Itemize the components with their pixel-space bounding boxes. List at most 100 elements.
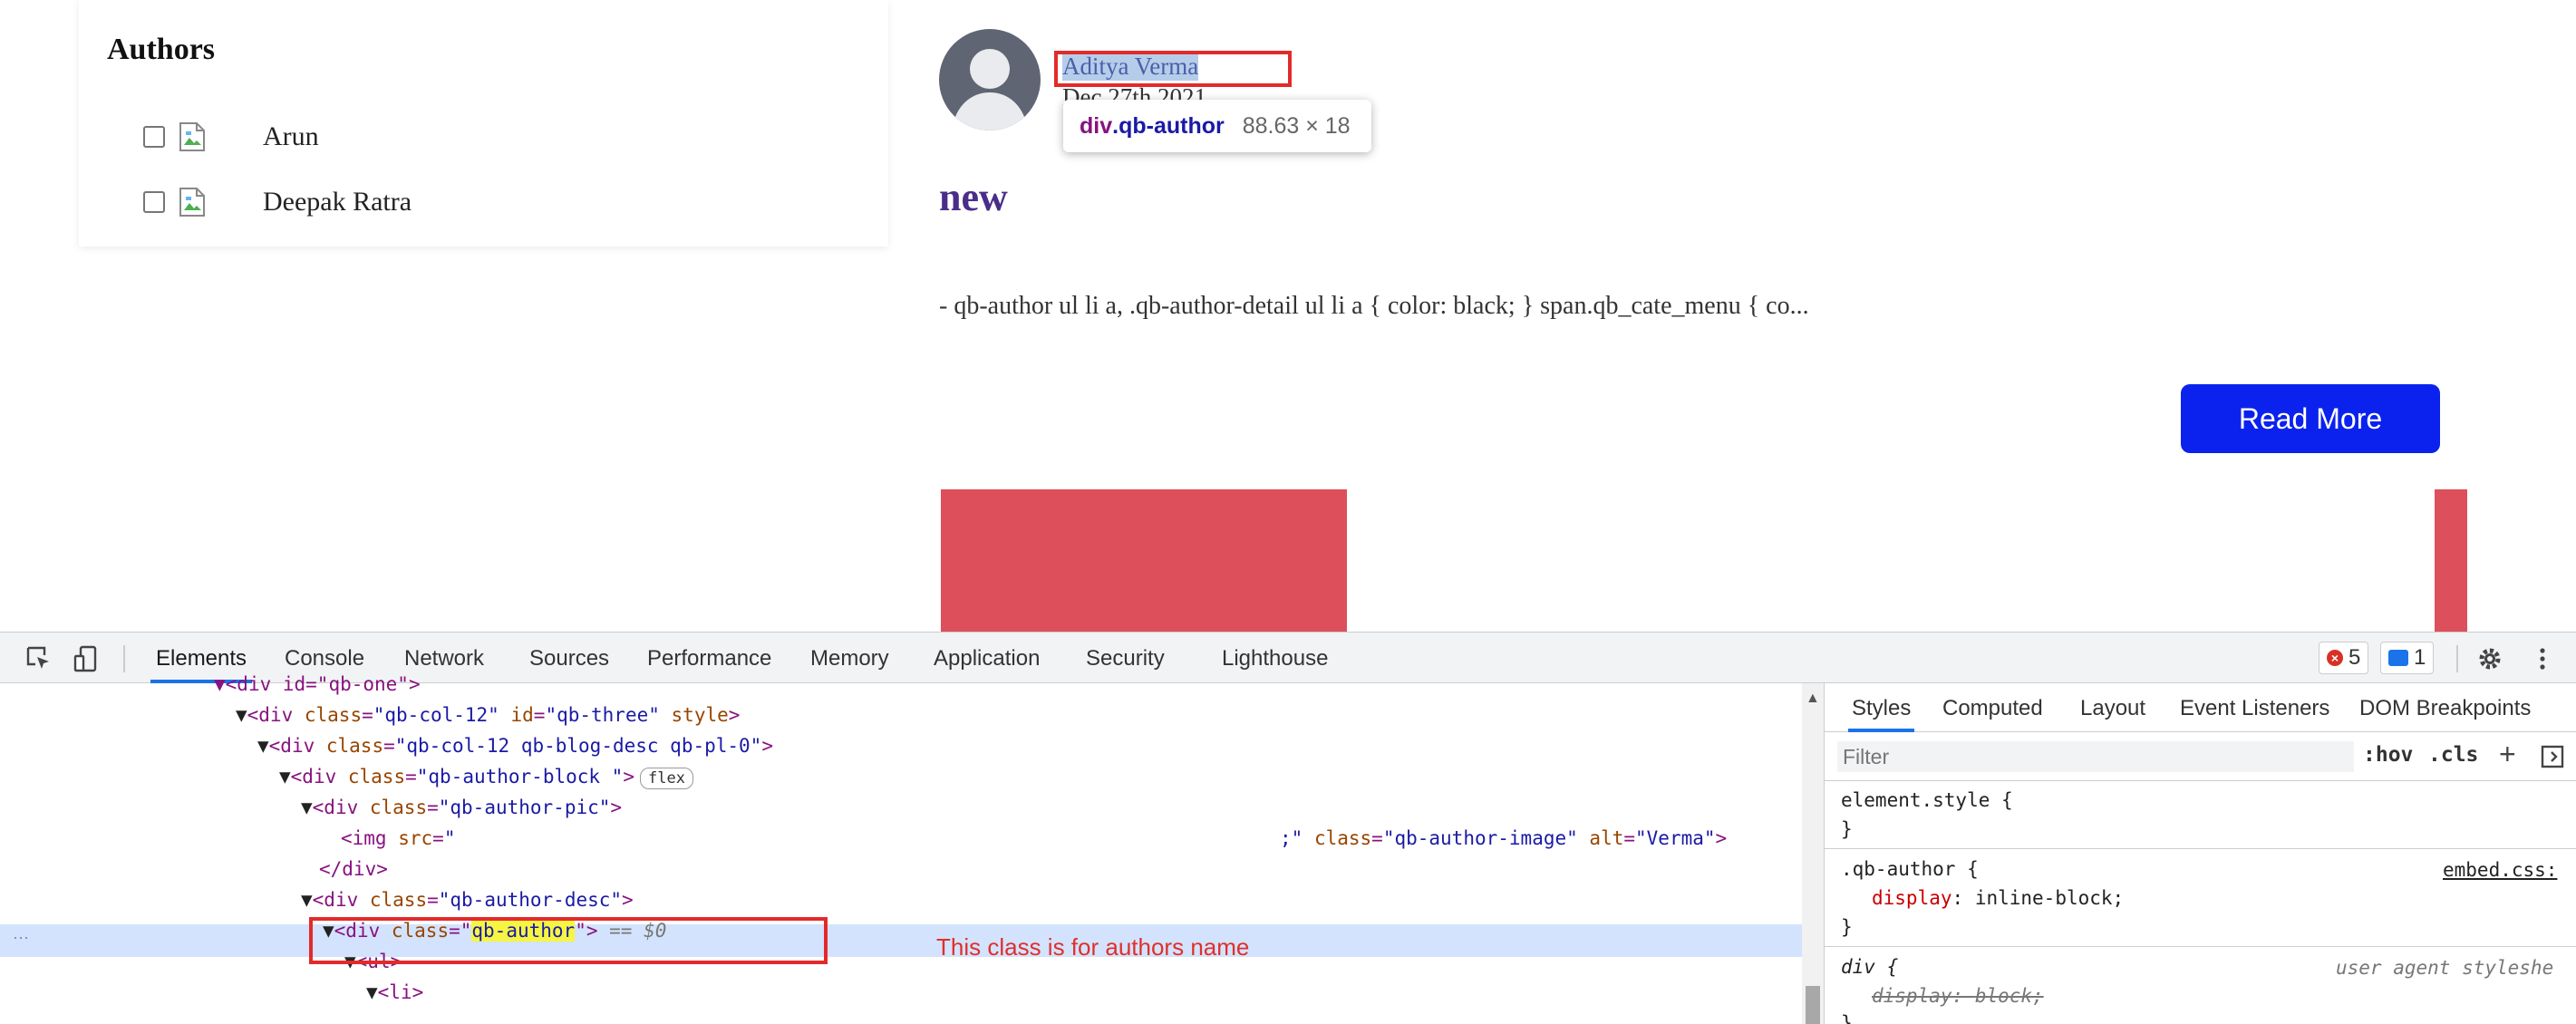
tab-layout[interactable]: Layout: [2080, 683, 2145, 732]
tab-event-listeners[interactable]: Event Listeners: [2180, 683, 2329, 732]
css-rule-close: }: [1841, 912, 1853, 942]
dom-node[interactable]: ▼<div id="qb-one">: [214, 669, 421, 700]
broken-image-icon: [178, 187, 207, 217]
author-checkbox[interactable]: [143, 191, 165, 213]
tab-application[interactable]: Application: [934, 633, 1040, 683]
css-selector: .qb-author {: [1841, 858, 1979, 880]
author-filter-item[interactable]: Deepak Ratra: [143, 184, 412, 220]
dom-tag: <div: [247, 704, 305, 726]
hov-toggle[interactable]: :hov: [2363, 743, 2413, 767]
new-rule-icon[interactable]: +: [2499, 738, 2516, 771]
css-value: block;: [1974, 985, 2044, 1007]
error-count-badge[interactable]: × 5: [2319, 642, 2369, 674]
error-icon: ×: [2327, 650, 2343, 666]
error-count: 5: [2348, 645, 2361, 670]
dom-value: ;": [1280, 827, 1303, 849]
devtools-panel: Elements Console Network Sources Perform…: [0, 632, 2576, 1024]
css-rule-qb-author[interactable]: .qb-author {: [1841, 854, 1979, 884]
toolbar-divider: [123, 645, 125, 672]
message-icon: [2388, 650, 2408, 666]
dom-node-text: </div>: [319, 858, 388, 880]
post-excerpt: - qb-author ul li a, .qb-author-detail u…: [939, 292, 1809, 320]
post-title[interactable]: new: [939, 174, 1008, 220]
tab-memory[interactable]: Memory: [810, 633, 889, 683]
dom-value: "qb-author-pic": [438, 797, 611, 818]
message-count-badge[interactable]: 1: [2380, 642, 2435, 674]
author-filter-item[interactable]: Arun: [143, 119, 319, 155]
dom-attr: class: [1313, 827, 1372, 849]
author-checkbox[interactable]: [143, 126, 165, 148]
dom-node[interactable]: <img src=": [341, 823, 455, 854]
dom-attr: class: [304, 704, 363, 726]
rule-divider: [1825, 946, 2576, 947]
css-property: display: [1872, 887, 1952, 909]
dom-scrollbar-thumb[interactable]: [1806, 986, 1820, 1024]
dom-value: "qb-col-12 qb-blog-desc qb-pl-0": [394, 735, 762, 757]
dom-node[interactable]: ▼<div class="qb-col-12 qb-blog-desc qb-p…: [257, 730, 773, 761]
highlight-box-dom: [309, 917, 828, 964]
tab-dom-breakpoints[interactable]: DOM Breakpoints: [2359, 683, 2531, 732]
css-rule-div[interactable]: div {: [1841, 952, 1898, 982]
css-rule-close: }: [1841, 1008, 1853, 1024]
dom-attr: style: [671, 704, 729, 726]
dom-value: "qb-author-block ": [416, 766, 624, 787]
dom-node[interactable]: ▼<div class="qb-col-12" id="qb-three" st…: [236, 700, 740, 730]
tooltip-tag: div: [1080, 112, 1113, 139]
device-toolbar-icon[interactable]: [73, 645, 100, 672]
dom-node[interactable]: ▼<div class="qb-author-desc">: [301, 884, 634, 915]
author-avatar: [939, 29, 1041, 130]
inspect-tooltip: div .qb-author 88.63 × 18: [1063, 100, 1371, 152]
css-brace: }: [1841, 916, 1853, 938]
css-brace: }: [1841, 1012, 1853, 1024]
dom-node[interactable]: ▼<div class="qb-author-pic">: [301, 792, 622, 823]
dom-attr: alt: [1589, 827, 1624, 849]
styles-filter-input[interactable]: [1837, 741, 2354, 772]
dom-node[interactable]: ▼<li>: [366, 977, 423, 1008]
flex-badge[interactable]: flex: [639, 768, 693, 789]
tab-performance[interactable]: Performance: [647, 633, 771, 683]
settings-gear-icon[interactable]: [2476, 645, 2503, 672]
tab-sources[interactable]: Sources: [529, 633, 609, 683]
more-options-icon[interactable]: [2529, 645, 2556, 672]
author-name-label: Deepak Ratra: [263, 187, 412, 217]
dom-node[interactable]: ;" class="qb-author-image" alt="Verma">: [1280, 823, 1727, 854]
scroll-up-icon[interactable]: ▲: [1806, 691, 1820, 707]
dom-attr: src: [398, 827, 433, 849]
css-rule-element-style[interactable]: element.style {: [1841, 785, 2013, 816]
css-brace: }: [1841, 818, 1853, 840]
tab-lighthouse[interactable]: Lighthouse: [1222, 633, 1328, 683]
dom-node[interactable]: ▼<div class="qb-author-block "> flex: [279, 761, 693, 792]
tab-computed[interactable]: Computed: [1942, 683, 2043, 732]
css-declaration-overridden[interactable]: display: block;: [1872, 981, 2044, 1011]
css-declaration[interactable]: display: inline-block;: [1872, 883, 2124, 913]
dom-node-text: <div id="qb-one">: [225, 673, 421, 695]
read-more-button[interactable]: Read More: [2181, 384, 2440, 453]
inspect-element-icon[interactable]: [25, 645, 53, 672]
dom-attr: class: [347, 766, 406, 787]
css-value: inline-block;: [1974, 887, 2125, 909]
dom-attr: class: [369, 889, 428, 911]
tooltip-class: .qb-author: [1112, 112, 1225, 139]
post-thumbnail: [2435, 489, 2467, 633]
toggle-sidebar-icon[interactable]: [2541, 745, 2564, 768]
cls-toggle[interactable]: .cls: [2428, 743, 2478, 767]
dom-scrollbar[interactable]: [1802, 683, 1824, 1024]
author-name-label: Arun: [263, 121, 319, 151]
message-count: 1: [2414, 645, 2426, 670]
dom-value: ": [443, 827, 456, 849]
broken-image-icon: [178, 121, 207, 152]
user-silhouette-icon: [952, 49, 1028, 130]
dom-attr: class: [369, 797, 428, 818]
tab-styles[interactable]: Styles: [1847, 683, 1915, 732]
dom-attr: class: [325, 735, 384, 757]
authors-heading: Authors: [107, 33, 216, 66]
user-agent-stylesheet-label: user agent styleshe: [2336, 957, 2554, 979]
highlight-box-author: [1054, 51, 1292, 87]
selected-dom-row[interactable]: [0, 924, 1802, 957]
css-source-link[interactable]: embed.css:: [2443, 859, 2557, 881]
dom-node[interactable]: </div>: [319, 854, 388, 884]
tooltip-dimensions: 88.63 × 18: [1242, 112, 1351, 139]
ellipsis-icon: ···: [13, 928, 29, 946]
tab-security[interactable]: Security: [1086, 633, 1165, 683]
dom-attr: id: [510, 704, 534, 726]
